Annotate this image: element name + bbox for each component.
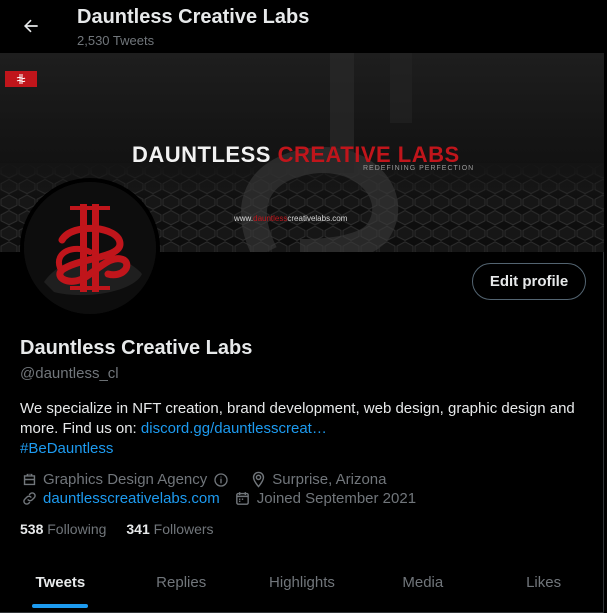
profile-location: Surprise, Arizona <box>249 470 387 489</box>
profile-handle: @dauntless_cl <box>20 365 119 382</box>
arrow-left-icon <box>24 19 38 33</box>
tab-media[interactable]: Media <box>362 553 483 612</box>
profile-website[interactable]: dauntlesscreativelabs.com <box>20 489 220 508</box>
tweet-count: 2,530 Tweets <box>77 33 155 48</box>
profile-category: Graphics Design Agency <box>20 470 235 489</box>
profile-meta: Graphics Design Agency Surprise, Arizona… <box>20 470 590 508</box>
avatar[interactable] <box>20 178 160 318</box>
profile-bio: We specialize in NFT creation, brand dev… <box>20 400 575 457</box>
calendar-icon <box>234 490 252 508</box>
profile-header: Dauntless Creative Labs 2,530 Tweets <box>0 0 604 53</box>
tab-tweets[interactable]: Tweets <box>0 553 121 612</box>
dauntless-logo-icon <box>24 182 156 314</box>
discord-link[interactable]: discord.gg/dauntlesscreat… <box>141 420 327 437</box>
tab-highlights[interactable]: Highlights <box>242 553 363 612</box>
tab-likes[interactable]: Likes <box>483 553 604 612</box>
active-tab-indicator <box>32 604 89 608</box>
following-link[interactable]: 538 Following <box>20 521 106 537</box>
briefcase-icon <box>20 471 38 489</box>
location-pin-icon <box>249 471 267 489</box>
profile-tabs: Tweets Replies Highlights Media Likes <box>0 553 604 613</box>
flag-logo-icon <box>5 71 37 87</box>
link-icon <box>20 490 38 508</box>
banner-tagline: REDEFINING PERFECTION <box>363 165 475 172</box>
banner-url: www.dauntlesscreativelabs.com <box>234 214 348 223</box>
profile-stats: 538 Following 341 Followers <box>20 521 234 537</box>
hashtag-link[interactable]: #BeDauntless <box>20 440 113 457</box>
profile-name: Dauntless Creative Labs <box>20 337 253 359</box>
header-title: Dauntless Creative Labs <box>77 6 310 28</box>
info-icon[interactable] <box>212 471 230 489</box>
tab-replies[interactable]: Replies <box>121 553 242 612</box>
profile-joined: Joined September 2021 <box>234 489 416 508</box>
profile-page: Dauntless Creative Labs 2,530 Tweets DAU… <box>0 0 604 613</box>
followers-link[interactable]: 341 Followers <box>126 521 213 537</box>
back-button[interactable] <box>14 9 48 43</box>
edit-profile-button[interactable]: Edit profile <box>472 263 586 300</box>
